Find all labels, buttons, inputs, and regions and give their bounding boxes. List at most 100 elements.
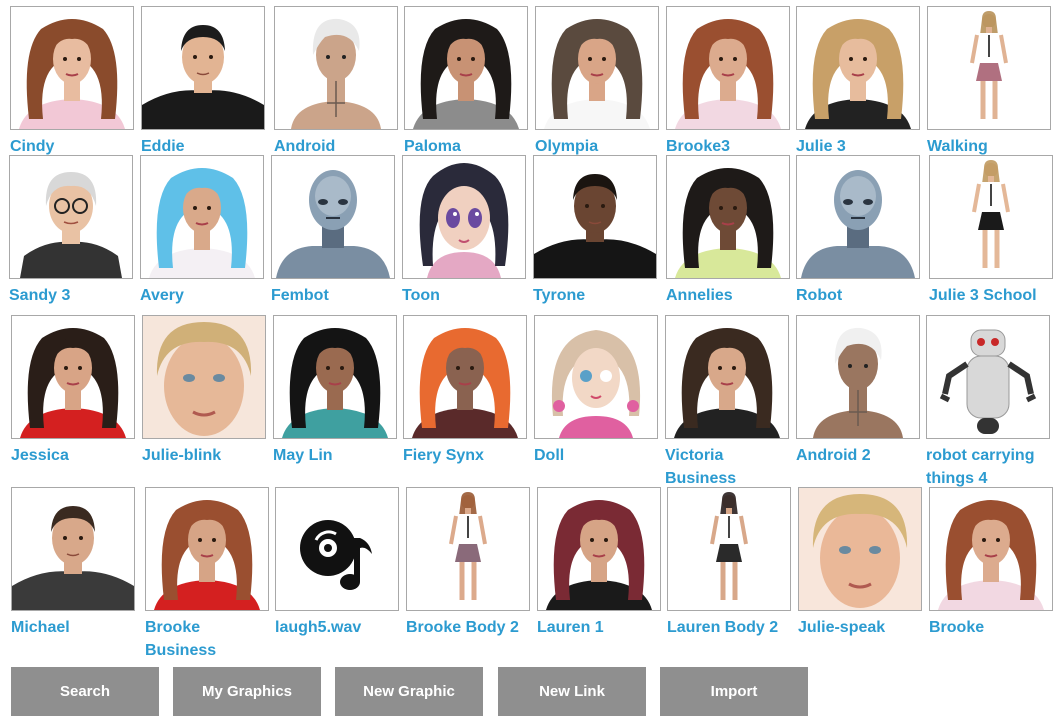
- graphic-label[interactable]: Brooke: [929, 616, 1055, 639]
- graphic-thumbnail[interactable]: [404, 6, 528, 130]
- graphic-item[interactable]: Brooke3: [666, 6, 792, 158]
- graphic-item[interactable]: Brooke: [929, 487, 1055, 639]
- graphic-item[interactable]: Paloma: [404, 6, 530, 158]
- graphic-label[interactable]: Michael: [11, 616, 137, 639]
- graphic-thumbnail[interactable]: [141, 6, 265, 130]
- graphic-thumbnail[interactable]: [665, 315, 789, 439]
- graphic-thumbnail[interactable]: [142, 315, 266, 439]
- graphic-label[interactable]: Lauren Body 2: [667, 616, 793, 639]
- graphic-label[interactable]: Brooke Body 2: [406, 616, 532, 639]
- graphic-thumbnail[interactable]: [271, 155, 395, 279]
- graphic-thumbnail[interactable]: [274, 6, 398, 130]
- graphic-item[interactable]: Jessica: [11, 315, 137, 467]
- graphic-item[interactable]: Android: [274, 6, 400, 158]
- graphic-thumbnail[interactable]: [796, 155, 920, 279]
- graphic-label[interactable]: Lauren 1: [537, 616, 663, 639]
- new-link-button[interactable]: New Link: [498, 667, 646, 716]
- graphic-item[interactable]: Brooke Body 2: [406, 487, 532, 639]
- graphic-item[interactable]: Julie 3 School: [929, 155, 1055, 307]
- graphic-item[interactable]: Robot: [796, 155, 922, 307]
- graphic-thumbnail[interactable]: [145, 487, 269, 611]
- graphic-item[interactable]: Sandy 3: [9, 155, 135, 307]
- graphic-thumbnail[interactable]: [535, 6, 659, 130]
- graphic-label[interactable]: May Lin: [273, 444, 399, 467]
- graphic-thumbnail[interactable]: [929, 155, 1053, 279]
- graphic-item[interactable]: Avery: [140, 155, 266, 307]
- graphic-thumbnail[interactable]: [140, 155, 264, 279]
- graphic-thumbnail[interactable]: [534, 315, 658, 439]
- graphic-thumbnail[interactable]: [273, 315, 397, 439]
- graphic-item[interactable]: Brooke Business: [145, 487, 271, 662]
- graphic-thumbnail[interactable]: [403, 315, 527, 439]
- graphic-preview-image: [799, 488, 921, 610]
- graphic-label[interactable]: Jessica: [11, 444, 137, 467]
- graphic-thumbnail[interactable]: [667, 487, 791, 611]
- graphic-item[interactable]: Lauren Body 2: [667, 487, 793, 639]
- graphic-thumbnail[interactable]: [406, 487, 530, 611]
- new-graphic-button[interactable]: New Graphic: [335, 667, 483, 716]
- graphic-item[interactable]: Cindy: [10, 6, 136, 158]
- graphic-label[interactable]: Toon: [402, 284, 528, 307]
- graphic-item[interactable]: May Lin: [273, 315, 399, 467]
- graphic-label[interactable]: Fembot: [271, 284, 397, 307]
- graphic-item[interactable]: Fiery Synx: [403, 315, 529, 467]
- graphic-preview-image: [667, 156, 789, 278]
- graphic-thumbnail[interactable]: [11, 315, 135, 439]
- graphic-item[interactable]: Michael: [11, 487, 137, 639]
- graphic-label[interactable]: Julie-speak: [798, 616, 924, 639]
- graphic-thumbnail[interactable]: [927, 6, 1051, 130]
- graphic-thumbnail[interactable]: [796, 6, 920, 130]
- graphic-item[interactable]: Android 2: [796, 315, 922, 467]
- graphic-preview-image: [275, 7, 397, 129]
- import-button[interactable]: Import: [660, 667, 808, 716]
- my-graphics-button[interactable]: My Graphics: [173, 667, 321, 716]
- graphic-item[interactable]: Lauren 1: [537, 487, 663, 639]
- graphic-label[interactable]: Robot: [796, 284, 922, 307]
- graphic-thumbnail[interactable]: [926, 315, 1050, 439]
- graphic-item[interactable]: Julie 3: [796, 6, 922, 158]
- graphic-item[interactable]: Eddie: [141, 6, 267, 158]
- graphic-item[interactable]: Fembot: [271, 155, 397, 307]
- graphic-item[interactable]: Julie-blink: [142, 315, 268, 467]
- graphic-item[interactable]: robot carrying things 4: [926, 315, 1052, 490]
- graphic-item[interactable]: Walking: [927, 6, 1053, 158]
- graphic-thumbnail[interactable]: [929, 487, 1053, 611]
- graphic-thumbnail[interactable]: [666, 155, 790, 279]
- graphic-label[interactable]: Tyrone: [533, 284, 659, 307]
- graphic-item[interactable]: Toon: [402, 155, 528, 307]
- graphic-thumbnail[interactable]: [796, 315, 920, 439]
- graphic-label[interactable]: Android 2: [796, 444, 922, 467]
- graphic-label[interactable]: Doll: [534, 444, 660, 467]
- graphic-item[interactable]: Doll: [534, 315, 660, 467]
- graphic-item[interactable]: Victoria Business: [665, 315, 791, 490]
- graphic-item[interactable]: Olympia: [535, 6, 661, 158]
- graphic-thumbnail[interactable]: [402, 155, 526, 279]
- graphic-item[interactable]: Tyrone: [533, 155, 659, 307]
- graphic-thumbnail[interactable]: [11, 487, 135, 611]
- search-button[interactable]: Search: [11, 667, 159, 716]
- graphic-preview-image: [11, 7, 133, 129]
- graphic-thumbnail[interactable]: [666, 6, 790, 130]
- graphic-label[interactable]: Avery: [140, 284, 266, 307]
- graphic-item[interactable]: Julie-speak: [798, 487, 924, 639]
- graphic-thumbnail[interactable]: [9, 155, 133, 279]
- graphic-preview-image: [405, 7, 527, 129]
- graphic-label[interactable]: Fiery Synx: [403, 444, 529, 467]
- graphic-label[interactable]: Julie 3 School: [929, 284, 1055, 307]
- graphic-thumbnail[interactable]: [10, 6, 134, 130]
- graphic-label[interactable]: Julie-blink: [142, 444, 268, 467]
- graphic-label[interactable]: robot carrying things 4: [926, 444, 1052, 490]
- graphic-label[interactable]: Victoria Business: [665, 444, 791, 490]
- graphic-preview-image: [667, 7, 789, 129]
- graphic-preview-image: [797, 7, 919, 129]
- graphic-label[interactable]: Annelies: [666, 284, 792, 307]
- graphic-thumbnail[interactable]: [537, 487, 661, 611]
- graphic-label[interactable]: Sandy 3: [9, 284, 135, 307]
- graphic-label[interactable]: laugh5.wav: [275, 616, 401, 639]
- graphic-thumbnail[interactable]: [275, 487, 399, 611]
- graphic-thumbnail[interactable]: [533, 155, 657, 279]
- graphic-thumbnail[interactable]: [798, 487, 922, 611]
- graphic-item[interactable]: laugh5.wav: [275, 487, 401, 639]
- graphic-label[interactable]: Brooke Business: [145, 616, 271, 662]
- graphic-item[interactable]: Annelies: [666, 155, 792, 307]
